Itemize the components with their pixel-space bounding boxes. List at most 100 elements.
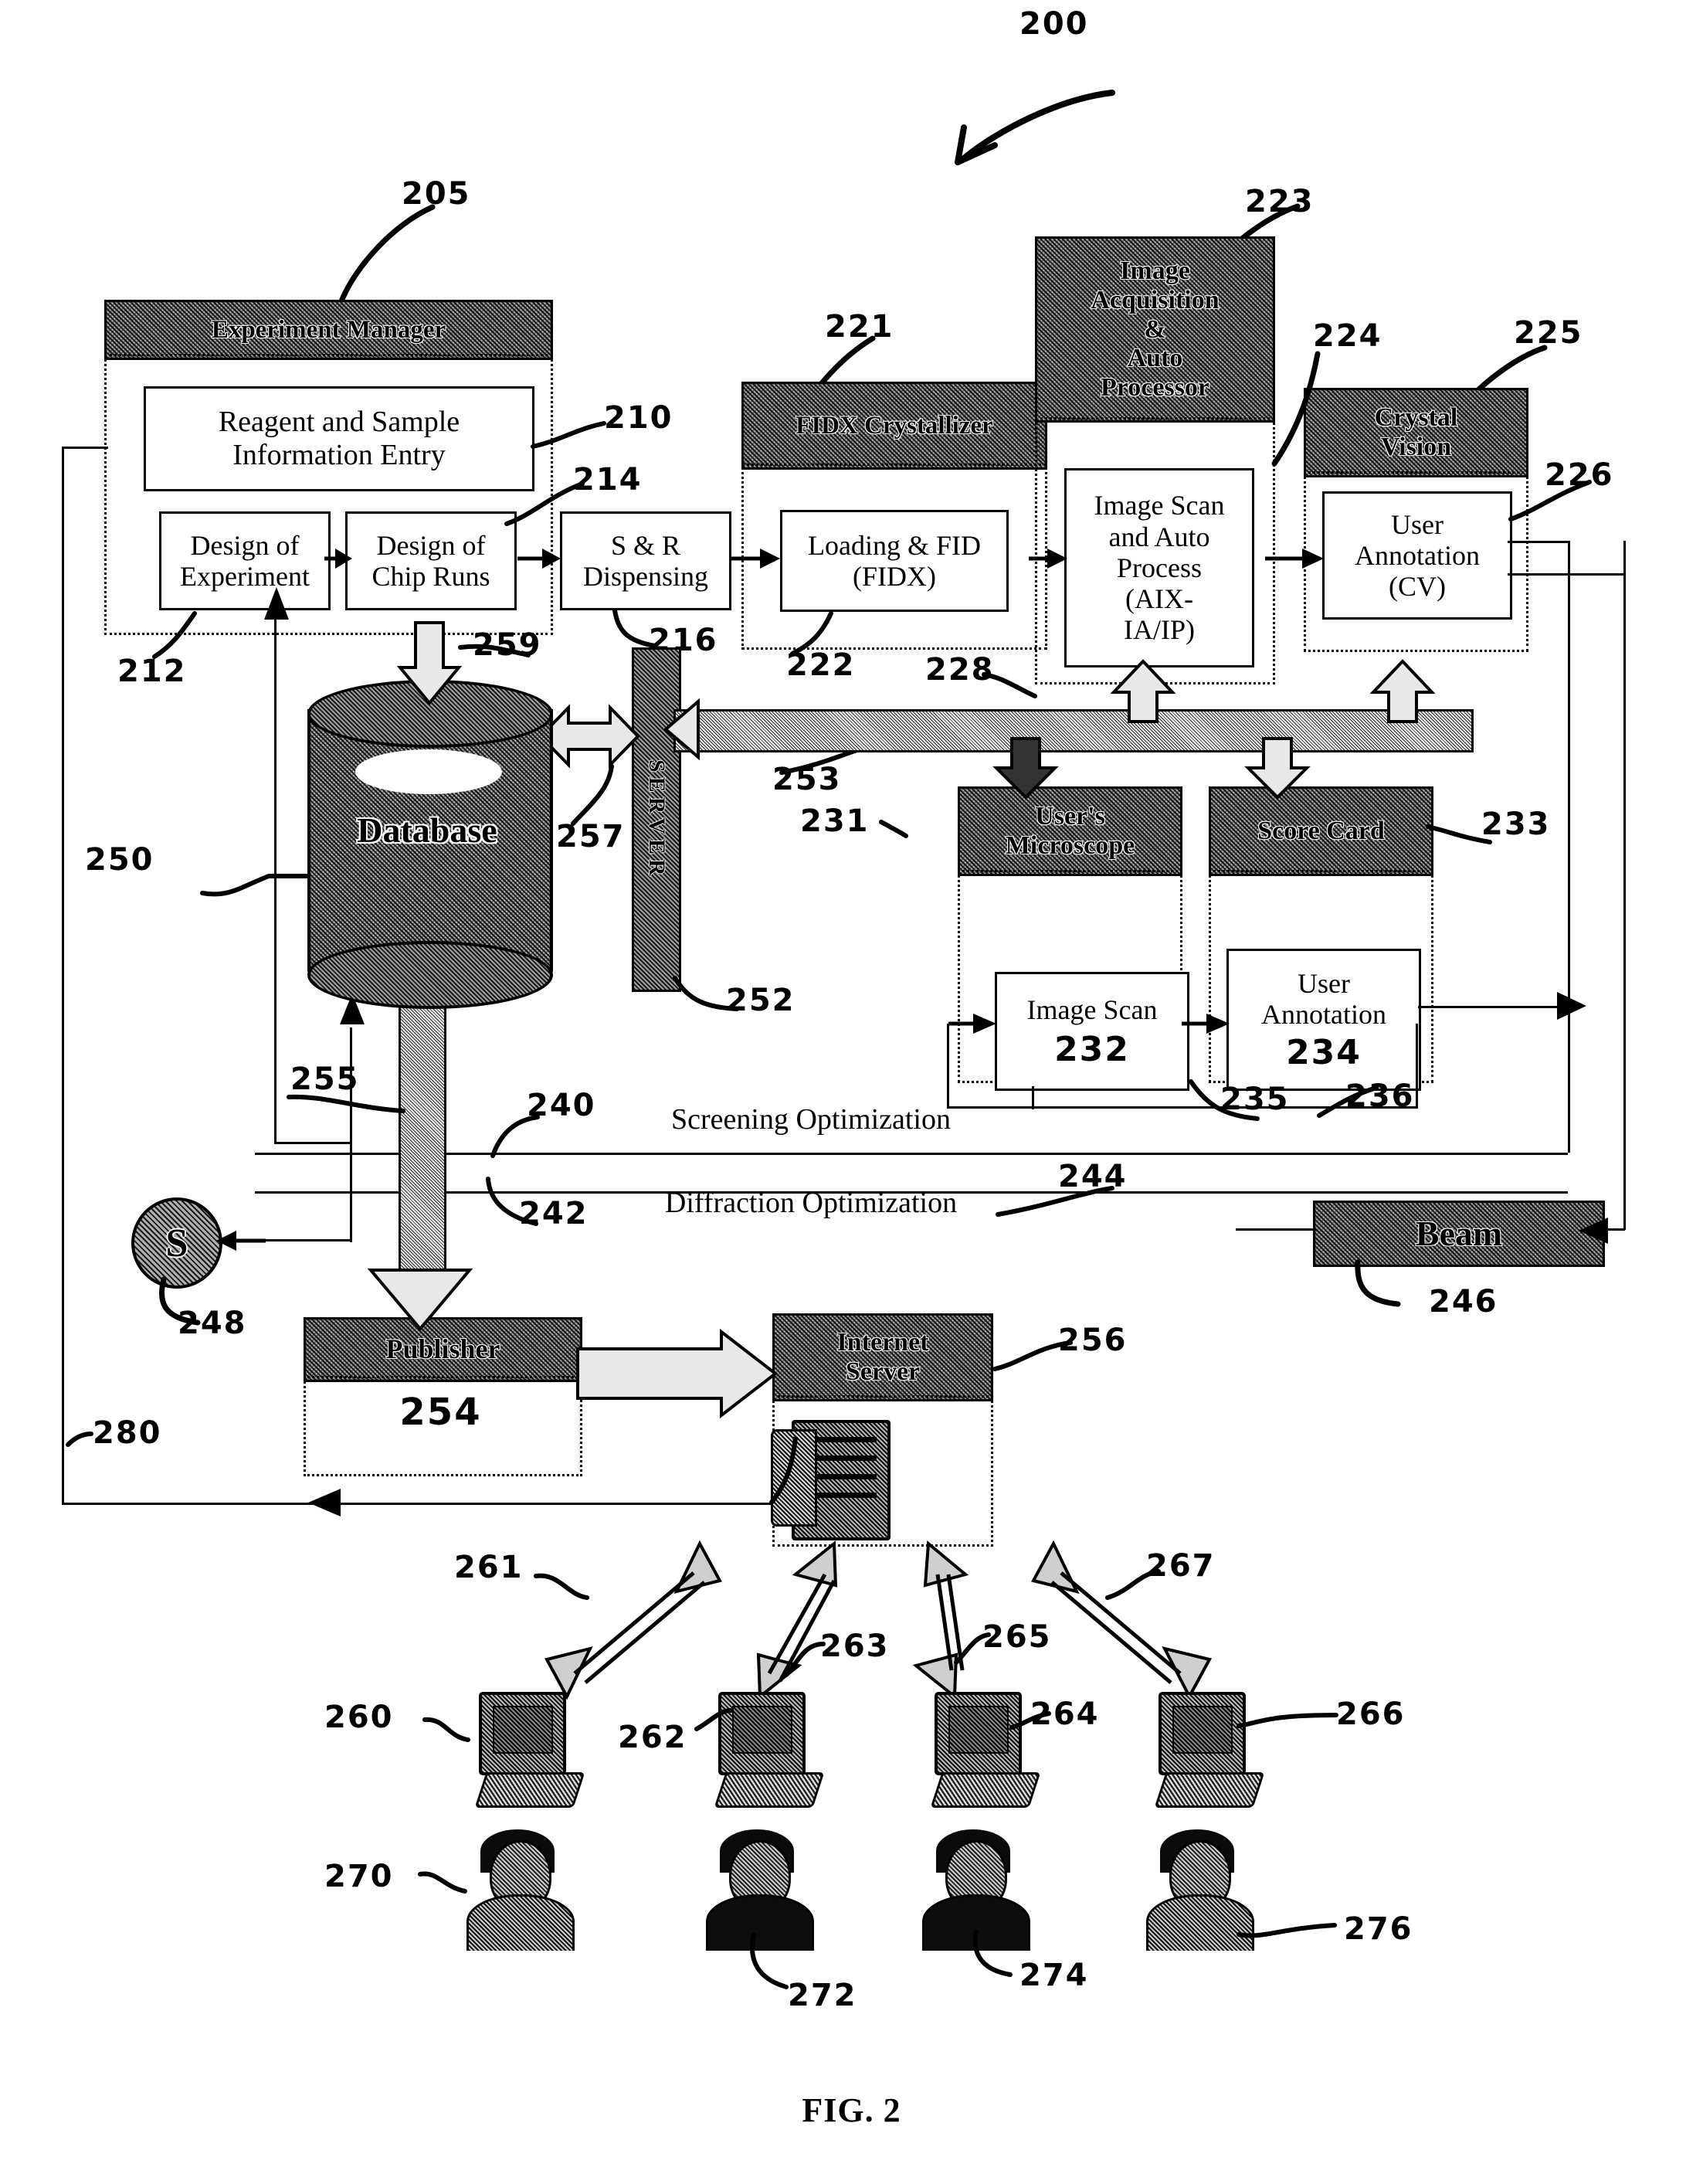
microscope-feedback-line-left (947, 1024, 949, 1109)
database-inflow-arrow (396, 621, 463, 706)
experiment-manager-header[interactable]: Experiment Manager (104, 300, 553, 360)
reagent-line-2: Information Entry (232, 439, 446, 471)
ref-database-250: 250 (85, 842, 154, 878)
internet-server-header[interactable]: Internet Server (772, 1313, 993, 1401)
reagent-sample-info-entry-box[interactable]: Reagent and Sample Information Entry (144, 386, 534, 491)
isap-line-1: Image Scan (1094, 490, 1225, 521)
database-highlight (355, 749, 502, 794)
ref-fidx-crystallizer-221: 221 (825, 309, 894, 345)
client-computer-260[interactable] (479, 1692, 566, 1775)
loading-fid-line-1: Loading & FID (808, 529, 981, 561)
screening-bus-line (255, 1153, 1568, 1155)
ua-sc-line-2: Annotation (1261, 999, 1386, 1031)
design-of-chip-runs-box[interactable]: Design of Chip Runs (345, 511, 517, 610)
arrow-into-sample-node (216, 1231, 266, 1251)
image-acquisition-header[interactable]: Image Acquisition & Auto Processor (1035, 236, 1275, 423)
image-acq-line-1: Image (1120, 256, 1190, 286)
image-acq-line-5: Processor (1101, 373, 1209, 402)
ref-260-leader (422, 1717, 470, 1742)
ref-internet-server-256: 256 (1058, 1323, 1128, 1358)
image-acq-line-2: Acquisition (1091, 285, 1220, 314)
arrow-into-microscope-image-scan (948, 1014, 996, 1034)
design-of-experiment-box[interactable]: Design of Experiment (159, 511, 331, 610)
microscope-feedback-stub (1032, 1086, 1034, 1109)
design-chip-line-1: Design of (376, 529, 486, 561)
ua-cv-line-3: (CV) (1388, 571, 1446, 603)
loading-fid-line-2: (FIDX) (853, 561, 936, 592)
ref-crystal-vision-225: 225 (1514, 315, 1583, 351)
design-chip-line-2: Chip Runs (371, 561, 490, 592)
global-feedback-top-connector (62, 447, 108, 449)
sample-node-riser (350, 1027, 352, 1242)
arrow-sr-to-loading (731, 549, 780, 569)
users-microscope-header[interactable]: User's Microscope (958, 786, 1182, 876)
ref-264-leader (1009, 1711, 1051, 1730)
ref-microscope-loop-235: 235 (1220, 1082, 1290, 1117)
crystal-vision-line-1: Crystal (1374, 403, 1458, 433)
ref-210-leader (531, 421, 606, 449)
beam-label: Beam (1415, 1213, 1503, 1253)
user-annotation-cv-box[interactable]: User Annotation (CV) (1322, 491, 1512, 620)
ref-scorecard-loop-236: 236 (1345, 1078, 1415, 1114)
ref-image-acquisition-223: 223 (1245, 184, 1315, 219)
crystal-vision-line-2: Vision (1380, 433, 1452, 461)
sample-node-feed-line (263, 1239, 352, 1241)
ref-publisher-feed-255: 255 (290, 1061, 360, 1097)
right-return-rail-far (1623, 541, 1626, 1075)
data-bus-left-head (663, 698, 700, 761)
arrow-imagescan-to-cv (1265, 549, 1324, 569)
ref-user-annotation-234: 234 (1286, 1032, 1362, 1072)
client-keyboard-260 (474, 1772, 585, 1808)
global-feedback-left-rail (62, 447, 64, 1505)
client-keyboard-262 (714, 1772, 825, 1808)
ref-db-server-257: 257 (556, 819, 626, 854)
ref-272-leader (750, 1932, 789, 1989)
sample-node-label: S (165, 1221, 188, 1265)
ua-cv-line-2: Annotation (1355, 539, 1480, 571)
right-return-connector-far (1508, 573, 1625, 576)
design-exp-line-1: Design of (190, 529, 300, 561)
doe-feedback-riser (274, 610, 276, 1143)
image-acq-line-4: Auto (1127, 344, 1183, 373)
ref-users-microscope-231: 231 (800, 803, 870, 839)
right-return-rail-outer (1568, 541, 1570, 1153)
scorecard-feedback-line-right (1416, 1024, 1418, 1109)
screening-optimization-label: Screening Optimization (671, 1102, 951, 1136)
ref-262-leader (694, 1708, 733, 1731)
ref-screening-240: 240 (527, 1088, 596, 1123)
doe-feedback-connector (274, 1142, 351, 1144)
score-card-header[interactable]: Score Card (1209, 786, 1433, 876)
ref-265-leader (954, 1632, 991, 1665)
ref-publisher-254: 254 (399, 1391, 482, 1434)
image-scan-auto-process-box[interactable]: Image Scan and Auto Process (AIX- IA/IP) (1064, 468, 1254, 667)
ref-interface-224: 224 (1313, 318, 1382, 354)
ref-computer-266: 266 (1336, 1697, 1406, 1732)
ref-design-chip-runs-214: 214 (573, 462, 643, 498)
ref-computer-262: 262 (618, 1720, 687, 1755)
loading-and-fid-box[interactable]: Loading & FID (FIDX) (780, 510, 1009, 612)
database-server-link-arrow (538, 704, 640, 769)
server-bar[interactable]: SERVER (632, 647, 681, 992)
experiment-manager-title: Experiment Manager (211, 315, 446, 344)
score-card-user-annotation-box[interactable]: User Annotation 234 (1226, 949, 1421, 1091)
data-bus (673, 709, 1474, 752)
database-label: Database (357, 810, 497, 850)
beam-box[interactable]: Beam (1313, 1201, 1605, 1267)
figure-caption: FIG. 2 (802, 2091, 901, 2129)
client-computer-266[interactable] (1159, 1692, 1246, 1775)
ref-person-270: 270 (324, 1859, 394, 1894)
patent-figure-page: 200 205 Experiment Manager Reagent and S… (0, 0, 1703, 2184)
microscope-image-scan-box[interactable]: Image Scan 232 (995, 972, 1189, 1091)
data-bus-down-arrow-scorecard (1244, 737, 1311, 800)
ref-image-scan-228: 228 (925, 652, 995, 688)
fidx-crystallizer-header[interactable]: FIDX Crystallizer (741, 382, 1047, 470)
global-feedback-bottom-rail (62, 1503, 772, 1505)
microscope-feedback-line-bottom (947, 1106, 1418, 1109)
ref-database-inflow-259: 259 (473, 627, 542, 663)
reagent-line-1: Reagent and Sample (218, 406, 460, 439)
isap-line-5: IA/IP) (1124, 614, 1195, 646)
data-bus-up-arrow-crystal-vision (1369, 659, 1436, 723)
sample-node-circle[interactable]: S (131, 1197, 222, 1289)
ref-reagent-entry-210: 210 (604, 400, 673, 436)
sr-line-1: S & R (610, 529, 681, 561)
